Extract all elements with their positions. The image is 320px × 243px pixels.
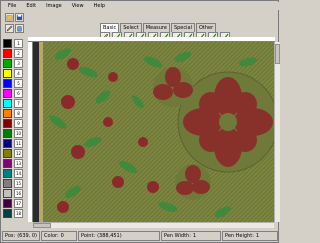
color-swatch[interactable] (3, 169, 12, 178)
swatch-index-label: 16 (14, 189, 23, 198)
tab-select[interactable]: Select (120, 23, 142, 32)
color-swatch[interactable] (3, 69, 12, 78)
vertical-scroll-thumb[interactable] (275, 44, 280, 64)
status-pos-label: Pos: (5, 233, 16, 239)
status-pen-height-label: Pen Height: (225, 233, 254, 239)
fill-tool-icon[interactable] (15, 24, 24, 33)
swatch-index-label: 13 (14, 159, 23, 168)
swatch-index-label: 9 (14, 119, 23, 128)
status-pen-height-value: 1 (255, 233, 260, 239)
menu-view[interactable]: View (67, 2, 89, 10)
swatch-index-label: 3 (14, 59, 23, 68)
menu-file[interactable]: File (2, 2, 21, 10)
swatch-index-label: 18 (14, 209, 23, 218)
toolbar: Basic Select Measure Special Other (2, 11, 279, 42)
status-pen-width: Pen Width: 1 (161, 231, 221, 241)
tab-other[interactable]: Other (195, 23, 217, 32)
status-pos-value: (639, 0) (17, 233, 37, 239)
color-swatch[interactable] (3, 129, 12, 138)
status-point-value: (388,451) (97, 233, 122, 239)
swatch-index-label: 17 (14, 199, 23, 208)
color-swatch[interactable] (3, 179, 12, 188)
status-color-value: 0 (60, 233, 64, 239)
status-pen-height: Pen Height: 1 (222, 231, 278, 241)
vertical-scrollbar[interactable] (274, 42, 280, 222)
swatch-index-label: 8 (14, 109, 23, 118)
color-swatch[interactable] (3, 79, 12, 88)
color-palette: 1 2 3 4 5 6 7 8 9 10 11 12 13 14 15 16 17 18 (2, 37, 26, 221)
color-swatch[interactable] (3, 39, 12, 48)
status-bar: Pos: (639, 0) Color: 0 Point: (388,451) Pen… (2, 231, 279, 242)
tab-special[interactable]: Special (170, 23, 195, 32)
color-swatch[interactable] (3, 59, 12, 68)
swatch-index-label: 5 (14, 79, 23, 88)
color-swatch[interactable] (3, 89, 12, 98)
color-swatch[interactable] (3, 189, 12, 198)
color-swatch[interactable] (3, 119, 12, 128)
status-point: Point: (388,451) (78, 231, 160, 241)
menu-image[interactable]: Image (41, 2, 67, 10)
swatch-index-label: 7 (14, 99, 23, 108)
pencil-tool-icon[interactable] (5, 24, 14, 33)
menu-edit[interactable]: Edit (21, 2, 41, 10)
swatch-index-label: 6 (14, 89, 23, 98)
swatch-index-label: 2 (14, 49, 23, 58)
color-swatch[interactable] (3, 49, 12, 58)
color-swatch[interactable] (3, 109, 12, 118)
swatch-index-label: 4 (14, 69, 23, 78)
status-point-label: Point: (81, 233, 96, 239)
swatch-index-label: 1 (14, 39, 23, 48)
horizontal-scroll-thumb[interactable] (33, 223, 51, 228)
swatch-index-label: 14 (14, 169, 23, 178)
app-window: File Edit Image View Help Basic Select M… (0, 0, 280, 243)
swatch-index-label: 12 (14, 149, 23, 158)
save-icon[interactable] (15, 13, 24, 22)
tab-measure[interactable]: Measure (142, 23, 170, 32)
color-swatch[interactable] (3, 159, 12, 168)
menu-bar: File Edit Image View Help (2, 2, 279, 10)
color-swatch[interactable] (3, 139, 12, 148)
tab-basic[interactable]: Basic (100, 23, 120, 32)
color-swatch[interactable] (3, 199, 12, 208)
image-canvas[interactable] (33, 42, 274, 222)
swatch-index-label: 10 (14, 129, 23, 138)
color-swatch[interactable] (3, 149, 12, 158)
color-swatch[interactable] (3, 209, 12, 218)
status-color-label: Color: (44, 233, 59, 239)
tab-bar: Basic Select Measure Special Other (100, 23, 217, 32)
status-position: Pos: (639, 0) (2, 231, 40, 241)
color-swatch[interactable] (3, 99, 12, 108)
swatch-index-label: 11 (14, 139, 23, 148)
menu-help[interactable]: Help (89, 2, 110, 10)
status-color: Color: 0 (41, 231, 77, 241)
horizontal-scrollbar[interactable] (33, 222, 274, 228)
swatch-index-label: 15 (14, 179, 23, 188)
status-pen-width-value: 1 (192, 233, 197, 239)
status-pen-width-label: Pen Width: (164, 233, 191, 239)
open-icon[interactable] (5, 13, 14, 22)
